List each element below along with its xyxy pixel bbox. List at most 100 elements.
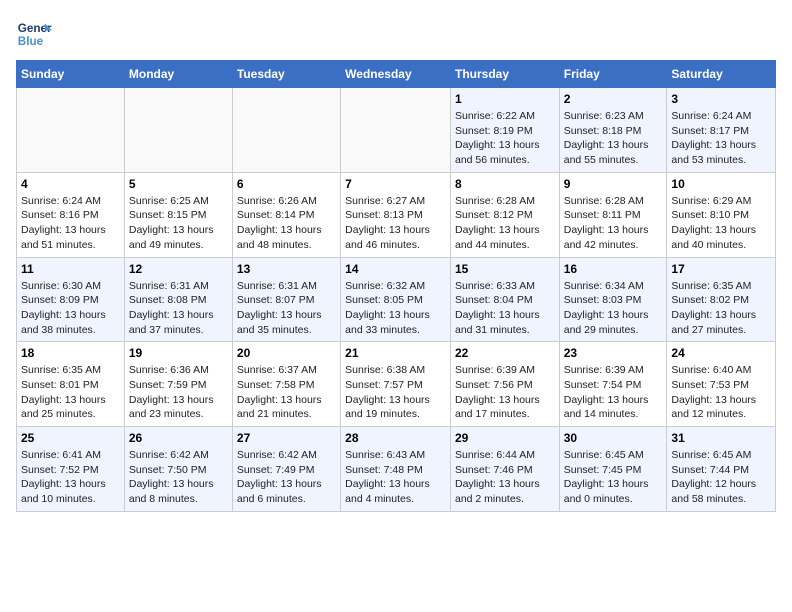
calendar-cell: 7 Sunrise: 6:27 AM Sunset: 8:13 PM Daylig… (341, 172, 451, 257)
day-info: Sunrise: 6:42 AM Sunset: 7:49 PM Dayligh… (237, 448, 336, 507)
weekday-header: Sunday (17, 61, 125, 88)
svg-text:Blue: Blue (18, 35, 44, 48)
calendar-cell: 27 Sunrise: 6:42 AM Sunset: 7:49 PM Dayli… (232, 427, 340, 512)
calendar-cell (341, 88, 451, 173)
logo-icon: General Blue (16, 16, 52, 52)
calendar-week-row: 18 Sunrise: 6:35 AM Sunset: 8:01 PM Dayli… (17, 342, 776, 427)
day-number: 31 (671, 431, 771, 445)
calendar-cell: 9 Sunrise: 6:28 AM Sunset: 8:11 PM Daylig… (559, 172, 667, 257)
day-info: Sunrise: 6:38 AM Sunset: 7:57 PM Dayligh… (345, 363, 446, 422)
day-number: 3 (671, 92, 771, 106)
day-info: Sunrise: 6:43 AM Sunset: 7:48 PM Dayligh… (345, 448, 446, 507)
day-info: Sunrise: 6:31 AM Sunset: 8:08 PM Dayligh… (129, 279, 228, 338)
day-number: 27 (237, 431, 336, 445)
calendar-header: SundayMondayTuesdayWednesdayThursdayFrid… (17, 61, 776, 88)
day-number: 20 (237, 346, 336, 360)
day-info: Sunrise: 6:45 AM Sunset: 7:45 PM Dayligh… (564, 448, 663, 507)
calendar-cell: 20 Sunrise: 6:37 AM Sunset: 7:58 PM Dayli… (232, 342, 340, 427)
day-info: Sunrise: 6:39 AM Sunset: 7:54 PM Dayligh… (564, 363, 663, 422)
day-number: 7 (345, 177, 446, 191)
calendar-cell: 31 Sunrise: 6:45 AM Sunset: 7:44 PM Dayli… (667, 427, 776, 512)
day-info: Sunrise: 6:30 AM Sunset: 8:09 PM Dayligh… (21, 279, 120, 338)
weekday-header: Friday (559, 61, 667, 88)
calendar-week-row: 4 Sunrise: 6:24 AM Sunset: 8:16 PM Daylig… (17, 172, 776, 257)
day-info: Sunrise: 6:40 AM Sunset: 7:53 PM Dayligh… (671, 363, 771, 422)
calendar-cell: 28 Sunrise: 6:43 AM Sunset: 7:48 PM Dayli… (341, 427, 451, 512)
day-number: 4 (21, 177, 120, 191)
day-number: 22 (455, 346, 555, 360)
day-number: 26 (129, 431, 228, 445)
day-info: Sunrise: 6:23 AM Sunset: 8:18 PM Dayligh… (564, 109, 663, 168)
weekday-header: Thursday (450, 61, 559, 88)
day-number: 21 (345, 346, 446, 360)
day-info: Sunrise: 6:45 AM Sunset: 7:44 PM Dayligh… (671, 448, 771, 507)
day-number: 23 (564, 346, 663, 360)
calendar-cell: 24Sunrise: 6:40 AM Sunset: 7:53 PM Dayli… (667, 342, 776, 427)
day-info: Sunrise: 6:33 AM Sunset: 8:04 PM Dayligh… (455, 279, 555, 338)
day-number: 5 (129, 177, 228, 191)
day-info: Sunrise: 6:25 AM Sunset: 8:15 PM Dayligh… (129, 194, 228, 253)
day-info: Sunrise: 6:39 AM Sunset: 7:56 PM Dayligh… (455, 363, 555, 422)
day-info: Sunrise: 6:36 AM Sunset: 7:59 PM Dayligh… (129, 363, 228, 422)
day-number: 1 (455, 92, 555, 106)
header: General Blue (16, 16, 776, 52)
calendar-cell: 22 Sunrise: 6:39 AM Sunset: 7:56 PM Dayli… (450, 342, 559, 427)
calendar-cell: 14Sunrise: 6:32 AM Sunset: 8:05 PM Dayli… (341, 257, 451, 342)
day-number: 11 (21, 262, 120, 276)
day-info: Sunrise: 6:42 AM Sunset: 7:50 PM Dayligh… (129, 448, 228, 507)
day-number: 28 (345, 431, 446, 445)
calendar-cell: 18 Sunrise: 6:35 AM Sunset: 8:01 PM Dayli… (17, 342, 125, 427)
calendar-table: SundayMondayTuesdayWednesdayThursdayFrid… (16, 60, 776, 512)
day-info: Sunrise: 6:29 AM Sunset: 8:10 PM Dayligh… (671, 194, 771, 253)
day-number: 17 (671, 262, 771, 276)
calendar-cell: 29 Sunrise: 6:44 AM Sunset: 7:46 PM Dayli… (450, 427, 559, 512)
day-info: Sunrise: 6:24 AM Sunset: 8:17 PM Dayligh… (671, 109, 771, 168)
calendar-cell: 2 Sunrise: 6:23 AM Sunset: 8:18 PM Daylig… (559, 88, 667, 173)
day-info: Sunrise: 6:22 AM Sunset: 8:19 PM Dayligh… (455, 109, 555, 168)
weekday-header: Tuesday (232, 61, 340, 88)
day-info: Sunrise: 6:28 AM Sunset: 8:11 PM Dayligh… (564, 194, 663, 253)
day-info: Sunrise: 6:44 AM Sunset: 7:46 PM Dayligh… (455, 448, 555, 507)
calendar-cell (232, 88, 340, 173)
day-number: 18 (21, 346, 120, 360)
calendar-cell: 12 Sunrise: 6:31 AM Sunset: 8:08 PM Dayli… (124, 257, 232, 342)
calendar-cell: 10 Sunrise: 6:29 AM Sunset: 8:10 PM Dayli… (667, 172, 776, 257)
logo: General Blue (16, 16, 52, 52)
calendar-cell: 23 Sunrise: 6:39 AM Sunset: 7:54 PM Dayli… (559, 342, 667, 427)
calendar-cell: 6 Sunrise: 6:26 AM Sunset: 8:14 PM Daylig… (232, 172, 340, 257)
calendar-cell: 19Sunrise: 6:36 AM Sunset: 7:59 PM Dayli… (124, 342, 232, 427)
day-info: Sunrise: 6:35 AM Sunset: 8:02 PM Dayligh… (671, 279, 771, 338)
day-number: 8 (455, 177, 555, 191)
day-number: 2 (564, 92, 663, 106)
day-info: Sunrise: 6:37 AM Sunset: 7:58 PM Dayligh… (237, 363, 336, 422)
day-number: 29 (455, 431, 555, 445)
day-info: Sunrise: 6:24 AM Sunset: 8:16 PM Dayligh… (21, 194, 120, 253)
calendar-cell: 8 Sunrise: 6:28 AM Sunset: 8:12 PM Daylig… (450, 172, 559, 257)
day-number: 9 (564, 177, 663, 191)
day-info: Sunrise: 6:35 AM Sunset: 8:01 PM Dayligh… (21, 363, 120, 422)
day-info: Sunrise: 6:26 AM Sunset: 8:14 PM Dayligh… (237, 194, 336, 253)
day-number: 30 (564, 431, 663, 445)
day-number: 16 (564, 262, 663, 276)
calendar-cell: 16Sunrise: 6:34 AM Sunset: 8:03 PM Dayli… (559, 257, 667, 342)
calendar-cell: 5 Sunrise: 6:25 AM Sunset: 8:15 PM Daylig… (124, 172, 232, 257)
calendar-week-row: 1 Sunrise: 6:22 AM Sunset: 8:19 PM Daylig… (17, 88, 776, 173)
calendar-cell: 11 Sunrise: 6:30 AM Sunset: 8:09 PM Dayli… (17, 257, 125, 342)
weekday-header: Wednesday (341, 61, 451, 88)
day-number: 12 (129, 262, 228, 276)
day-number: 14 (345, 262, 446, 276)
weekday-header: Monday (124, 61, 232, 88)
day-number: 15 (455, 262, 555, 276)
day-info: Sunrise: 6:31 AM Sunset: 8:07 PM Dayligh… (237, 279, 336, 338)
day-info: Sunrise: 6:28 AM Sunset: 8:12 PM Dayligh… (455, 194, 555, 253)
calendar-cell: 17 Sunrise: 6:35 AM Sunset: 8:02 PM Dayli… (667, 257, 776, 342)
day-number: 6 (237, 177, 336, 191)
calendar-cell: 25Sunrise: 6:41 AM Sunset: 7:52 PM Dayli… (17, 427, 125, 512)
calendar-cell: 26 Sunrise: 6:42 AM Sunset: 7:50 PM Dayli… (124, 427, 232, 512)
weekday-header: Saturday (667, 61, 776, 88)
day-number: 25 (21, 431, 120, 445)
day-info: Sunrise: 6:27 AM Sunset: 8:13 PM Dayligh… (345, 194, 446, 253)
day-number: 10 (671, 177, 771, 191)
calendar-cell: 30 Sunrise: 6:45 AM Sunset: 7:45 PM Dayli… (559, 427, 667, 512)
calendar-cell (17, 88, 125, 173)
